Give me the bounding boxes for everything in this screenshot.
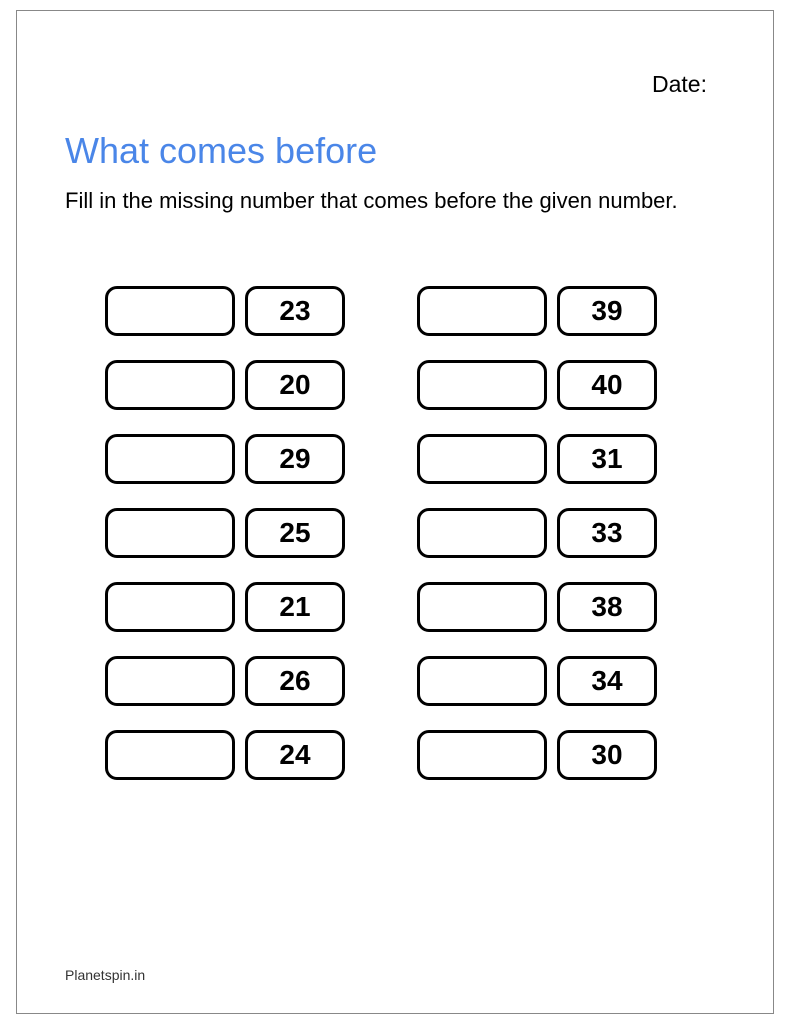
blank-box[interactable]: [105, 582, 235, 632]
blank-box[interactable]: [417, 508, 547, 558]
blank-box[interactable]: [417, 730, 547, 780]
blank-box[interactable]: [417, 582, 547, 632]
given-number: 20: [245, 360, 345, 410]
number-pair: 31: [417, 434, 657, 484]
given-number: 26: [245, 656, 345, 706]
blank-box[interactable]: [105, 286, 235, 336]
column-right: 39 40 31 33 38 34: [417, 286, 657, 780]
given-number: 38: [557, 582, 657, 632]
blank-box[interactable]: [417, 656, 547, 706]
blank-box[interactable]: [105, 360, 235, 410]
given-number: 30: [557, 730, 657, 780]
number-grid: 23 20 29 25 21 26: [65, 286, 725, 780]
given-number: 33: [557, 508, 657, 558]
blank-box[interactable]: [417, 360, 547, 410]
date-label: Date:: [65, 71, 725, 98]
given-number: 23: [245, 286, 345, 336]
number-pair: 26: [105, 656, 345, 706]
blank-box[interactable]: [105, 656, 235, 706]
given-number: 31: [557, 434, 657, 484]
number-pair: 39: [417, 286, 657, 336]
number-pair: 25: [105, 508, 345, 558]
number-pair: 38: [417, 582, 657, 632]
blank-box[interactable]: [105, 434, 235, 484]
number-pair: 29: [105, 434, 345, 484]
number-pair: 21: [105, 582, 345, 632]
number-pair: 40: [417, 360, 657, 410]
worksheet-page: Date: What comes before Fill in the miss…: [16, 10, 774, 1014]
given-number: 25: [245, 508, 345, 558]
blank-box[interactable]: [105, 508, 235, 558]
number-pair: 33: [417, 508, 657, 558]
footer-credit: Planetspin.in: [65, 967, 145, 983]
blank-box[interactable]: [105, 730, 235, 780]
number-pair: 30: [417, 730, 657, 780]
column-left: 23 20 29 25 21 26: [105, 286, 345, 780]
number-pair: 20: [105, 360, 345, 410]
given-number: 34: [557, 656, 657, 706]
given-number: 24: [245, 730, 345, 780]
given-number: 29: [245, 434, 345, 484]
page-title: What comes before: [65, 130, 725, 172]
given-number: 21: [245, 582, 345, 632]
number-pair: 34: [417, 656, 657, 706]
number-pair: 24: [105, 730, 345, 780]
blank-box[interactable]: [417, 434, 547, 484]
number-pair: 23: [105, 286, 345, 336]
given-number: 40: [557, 360, 657, 410]
instructions-text: Fill in the missing number that comes be…: [65, 186, 685, 216]
given-number: 39: [557, 286, 657, 336]
blank-box[interactable]: [417, 286, 547, 336]
